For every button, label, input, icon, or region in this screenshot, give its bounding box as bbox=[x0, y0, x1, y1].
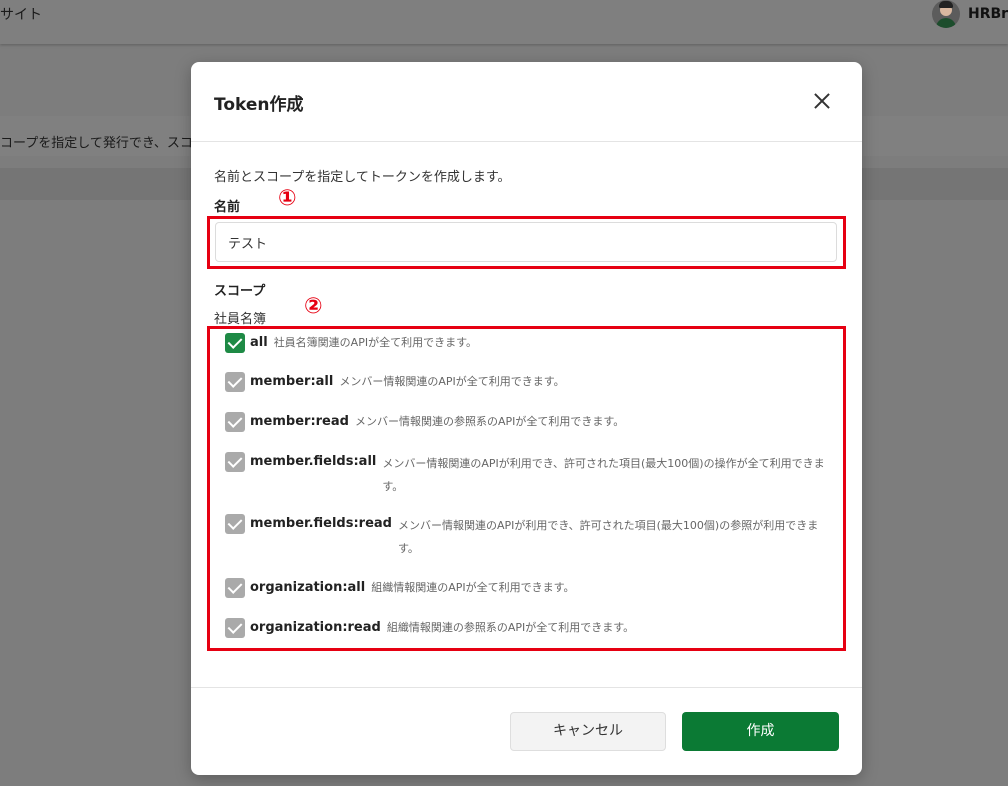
avatar-body bbox=[936, 18, 956, 28]
close-icon[interactable] bbox=[809, 88, 835, 114]
page-description: コープを指定して発行でき、スコ bbox=[0, 136, 193, 151]
user-name[interactable]: HRBra bbox=[968, 6, 1008, 22]
cancel-button[interactable]: キャンセル bbox=[510, 712, 666, 751]
annotation-number-1: ① bbox=[278, 186, 297, 211]
modal-title: Token作成 bbox=[214, 95, 304, 115]
footer-divider bbox=[191, 687, 862, 688]
annotation-box-name bbox=[207, 216, 846, 269]
scope-group-label: 社員名簿 bbox=[214, 312, 267, 327]
annotation-box-scopes bbox=[207, 326, 846, 651]
avatar[interactable] bbox=[932, 0, 960, 28]
avatar-hair bbox=[939, 1, 953, 8]
header-divider bbox=[191, 141, 862, 142]
intro-text: 名前とスコープを指定してトークンを作成します。 bbox=[214, 170, 511, 185]
site-label[interactable]: サイト bbox=[0, 4, 42, 24]
top-bar bbox=[0, 0, 1008, 44]
name-label: 名前 bbox=[214, 200, 241, 215]
annotation-number-2: ② bbox=[304, 294, 323, 319]
create-button[interactable]: 作成 bbox=[682, 712, 839, 751]
scope-label: スコープ bbox=[214, 284, 266, 299]
